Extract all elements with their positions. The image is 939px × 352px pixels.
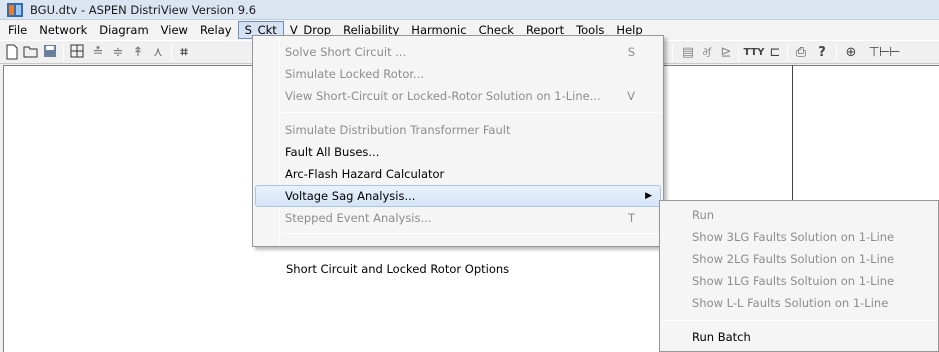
menu-shortcut: V <box>627 89 635 103</box>
menu-separator <box>281 112 661 113</box>
menu-item-arc-flash[interactable]: Arc-Flash Hazard Calculator <box>255 163 661 185</box>
report-icon[interactable]: ▤ <box>680 44 696 62</box>
zoom-in-icon[interactable]: ⊕ <box>843 44 859 62</box>
submenu-arrow-icon: ▶ <box>645 191 652 201</box>
toolbar-separator <box>836 45 837 61</box>
menu-separator <box>281 233 661 234</box>
menu-item-label: View Short-Circuit or Locked-Rotor Solut… <box>285 89 601 103</box>
menu-item-simulate-locked-rotor[interactable]: Simulate Locked Rotor... <box>255 63 661 85</box>
menu-item-voltage-sag-analysis[interactable]: Voltage Sag Analysis... ▶ <box>255 185 661 207</box>
submenu-item-run-batch[interactable]: Run Batch <box>662 326 936 348</box>
menu-item-view-solution[interactable]: View Short-Circuit or Locked-Rotor Solut… <box>255 85 661 107</box>
menu-separator <box>662 320 936 321</box>
menu-item-simulate-dist-xfmr-fault[interactable]: Simulate Distribution Transformer Fault <box>255 119 661 141</box>
menu-item-fault-all-buses[interactable]: Fault All Buses... <box>255 141 661 163</box>
submenu-item-run[interactable]: Run <box>662 204 936 226</box>
chart-icon[interactable]: ⊵ <box>718 44 734 62</box>
submenu-item-show-1lg[interactable]: Show 1LG Faults Soltuion on 1-Line <box>662 270 936 292</box>
submenu-item-show-2lg[interactable]: Show 2LG Faults Solution on 1-Line <box>662 248 936 270</box>
menu-item-label: Show 3LG Faults Solution on 1-Line <box>692 230 895 244</box>
open-folder-icon[interactable] <box>22 44 40 62</box>
menu-item-label: Solve Short Circuit ... <box>285 45 407 59</box>
voltage-sag-submenu: Run Show 3LG Faults Solution on 1-Line S… <box>659 200 939 352</box>
print-icon[interactable]: ⎙ <box>792 44 810 62</box>
menu-item-stepped-event-analysis[interactable]: Stepped Event Analysis... T <box>255 207 661 229</box>
menu-item-label: Short Circuit and Locked Rotor Options <box>286 262 510 276</box>
plot-icon[interactable]: ⊏ <box>767 44 783 62</box>
new-file-icon[interactable] <box>4 44 20 62</box>
title-bar: BGU.dtv - ASPEN DistriView Version 9.6 <box>0 0 939 20</box>
menu-item-sc-lr-options[interactable]: Short Circuit and Locked Rotor Options <box>254 258 662 280</box>
xfmr-tool-icon[interactable]: ↟ <box>130 44 146 62</box>
menu-item-label: Run Batch <box>692 330 751 344</box>
line-tool-icon[interactable]: ≑ <box>110 44 126 62</box>
menu-shortcut: S <box>627 45 635 59</box>
scale-icon[interactable]: ⊤⊢⊢ <box>864 44 904 62</box>
diagram-splitter[interactable] <box>792 65 793 200</box>
menu-network[interactable]: Network <box>33 21 93 39</box>
menu-item-label: Show L-L Faults Solution on 1-Line <box>692 296 889 310</box>
menu-file[interactable]: File <box>2 21 33 39</box>
toolbar-separator <box>63 45 64 61</box>
help-icon[interactable]: ? <box>814 44 830 62</box>
bus-tool-icon[interactable]: ≛ <box>90 44 106 62</box>
menu-diagram[interactable]: Diagram <box>93 21 154 39</box>
save-icon[interactable] <box>42 44 58 62</box>
tty-icon[interactable]: TTY <box>742 44 766 62</box>
toolbar-separator <box>672 45 673 61</box>
toolbar-separator <box>738 45 739 61</box>
menu-item-label: Voltage Sag Analysis... <box>285 189 416 203</box>
menu-item-label: Arc-Flash Hazard Calculator <box>285 167 445 181</box>
menu-item-label: Stepped Event Analysis... <box>285 211 432 225</box>
menu-view[interactable]: View <box>155 21 194 39</box>
toolbar-separator <box>171 45 172 61</box>
window-title: BGU.dtv - ASPEN DistriView Version 9.6 <box>30 2 257 17</box>
grid-icon[interactable] <box>69 44 85 62</box>
load-tool-icon[interactable]: ⋏ <box>150 44 166 62</box>
menu-item-solve-short-circuit[interactable]: Solve Short Circuit ... S <box>255 41 661 63</box>
app-icon <box>7 2 23 17</box>
submenu-item-show-3lg[interactable]: Show 3LG Faults Solution on 1-Line <box>662 226 936 248</box>
menu-item-label: Show 1LG Faults Soltuion on 1-Line <box>692 274 895 288</box>
menu-item-label: Simulate Locked Rotor... <box>285 67 425 81</box>
s-ckt-menu: Solve Short Circuit ... S Simulate Locke… <box>252 35 664 247</box>
edit-icon[interactable]: ∂ƒ <box>699 44 715 62</box>
menu-item-label: Show 2LG Faults Solution on 1-Line <box>692 252 895 266</box>
submenu-item-show-ll[interactable]: Show L-L Faults Solution on 1-Line <box>662 292 936 314</box>
menu-shortcut: T <box>627 211 635 225</box>
menu-item-label: Simulate Distribution Transformer Fault <box>285 123 511 137</box>
menu-item-label: Run <box>692 208 715 222</box>
breaker-tool-icon[interactable]: ⌗ <box>176 44 192 62</box>
menu-item-label: Fault All Buses... <box>285 145 380 159</box>
toolbar-separator <box>787 45 788 61</box>
menu-relay[interactable]: Relay <box>194 21 238 39</box>
